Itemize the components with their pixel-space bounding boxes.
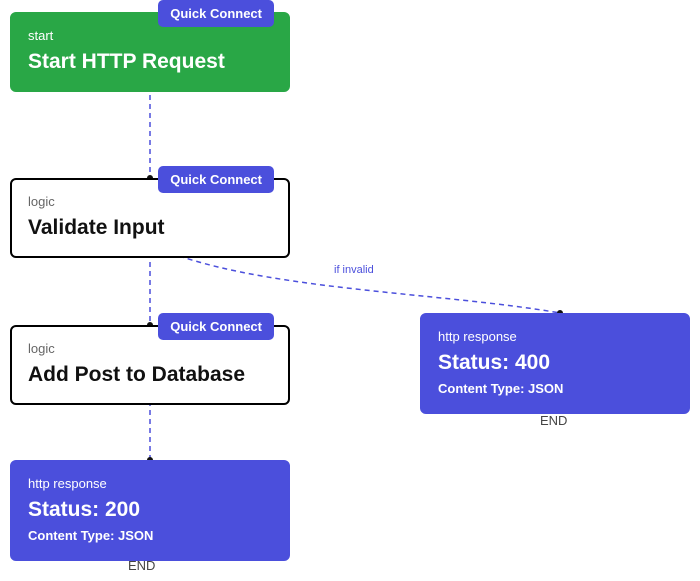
node-tag: http response — [438, 329, 672, 344]
node-title: Status: 400 — [438, 350, 672, 375]
edge-label-if-invalid: if invalid — [330, 264, 378, 276]
node-title: Add Post to Database — [28, 362, 272, 387]
node-tag: logic — [28, 194, 272, 209]
node-tag: logic — [28, 341, 272, 356]
node-validate[interactable]: Quick Connect logic Validate Input — [10, 178, 290, 258]
node-subtitle: Content Type: JSON — [438, 381, 672, 396]
quick-connect-label: Quick Connect — [170, 6, 262, 21]
end-label-left: END — [128, 558, 155, 573]
flow-canvas: Quick Connect start Start HTTP Request Q… — [0, 0, 700, 581]
node-subtitle: Content Type: JSON — [28, 528, 272, 543]
node-add-post[interactable]: Quick Connect logic Add Post to Database — [10, 325, 290, 405]
node-tag: http response — [28, 476, 272, 491]
quick-connect-label: Quick Connect — [170, 319, 262, 334]
node-title: Validate Input — [28, 215, 272, 240]
node-tag: start — [28, 28, 272, 43]
node-response-200[interactable]: http response Status: 200 Content Type: … — [10, 460, 290, 561]
quick-connect-button[interactable]: Quick Connect — [158, 0, 274, 27]
quick-connect-label: Quick Connect — [170, 172, 262, 187]
end-label-right: END — [540, 413, 567, 428]
quick-connect-button[interactable]: Quick Connect — [158, 313, 274, 340]
node-title: Status: 200 — [28, 497, 272, 522]
node-title: Start HTTP Request — [28, 49, 272, 74]
quick-connect-button[interactable]: Quick Connect — [158, 166, 274, 193]
node-start[interactable]: Quick Connect start Start HTTP Request — [10, 12, 290, 92]
node-response-400[interactable]: http response Status: 400 Content Type: … — [420, 313, 690, 414]
